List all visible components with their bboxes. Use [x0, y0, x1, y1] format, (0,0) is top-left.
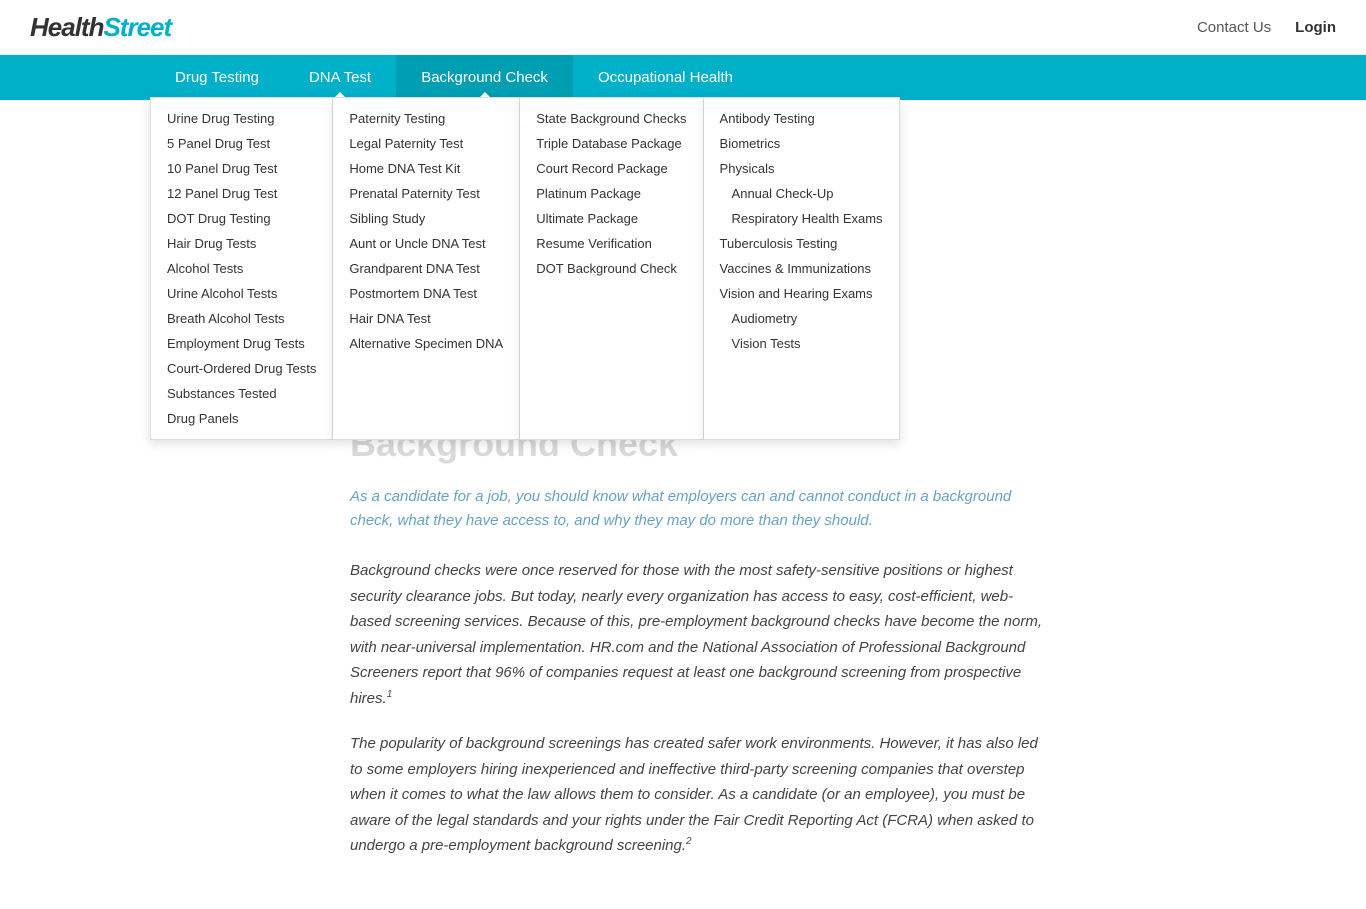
dd-item-12panel[interactable]: 12 Panel Drug Test: [151, 181, 332, 206]
dd-item-paternity[interactable]: Paternity Testing: [333, 106, 519, 131]
body-text-2: The popularity of background screenings …: [350, 731, 1050, 859]
login-link[interactable]: Login: [1295, 19, 1336, 36]
dd-item-hair-dna[interactable]: Hair DNA Test: [333, 306, 519, 331]
dd-item-court-record[interactable]: Court Record Package: [520, 156, 702, 181]
dd-item-ultimate[interactable]: Ultimate Package: [520, 206, 702, 231]
dd-item-physicals[interactable]: Physicals: [704, 156, 899, 181]
nav-item-background-check[interactable]: Background Check: [396, 55, 573, 100]
dd-item-audiometry[interactable]: Audiometry: [704, 306, 899, 331]
footnote-1: 1: [387, 689, 393, 700]
dd-item-prenatal[interactable]: Prenatal Paternity Test: [333, 181, 519, 206]
dd-item-home-dna[interactable]: Home DNA Test Kit: [333, 156, 519, 181]
dd-item-urine-alcohol[interactable]: Urine Alcohol Tests: [151, 281, 332, 306]
dd-item-substances[interactable]: Substances Tested: [151, 381, 332, 406]
nav-item-occupational-health[interactable]: Occupational Health: [573, 55, 758, 100]
dd-item-respiratory[interactable]: Respiratory Health Exams: [704, 206, 899, 231]
dd-item-drug-panels[interactable]: Drug Panels: [151, 406, 332, 431]
contact-us-link[interactable]: Contact Us: [1197, 19, 1271, 36]
dd-item-5panel[interactable]: 5 Panel Drug Test: [151, 131, 332, 156]
nav-bar: Drug Testing DNA Test Background Check O…: [0, 55, 1366, 100]
dropdowns-container: Urine Drug Testing 5 Panel Drug Test 10 …: [150, 97, 900, 440]
dd-item-hair-drug[interactable]: Hair Drug Tests: [151, 231, 332, 256]
logo-health: Health: [30, 12, 103, 42]
logo-street: Street: [103, 12, 171, 42]
dd-item-court-drug[interactable]: Court-Ordered Drug Tests: [151, 356, 332, 381]
dd-item-biometrics[interactable]: Biometrics: [704, 131, 899, 156]
dd-item-vaccines[interactable]: Vaccines & Immunizations: [704, 256, 899, 281]
body-text-1: Background checks were once reserved for…: [350, 558, 1050, 711]
dd-item-platinum[interactable]: Platinum Package: [520, 181, 702, 206]
dd-item-grandparent[interactable]: Grandparent DNA Test: [333, 256, 519, 281]
footnote-2: 2: [686, 836, 692, 847]
dd-item-resume[interactable]: Resume Verification: [520, 231, 702, 256]
intro-text: As a candidate for a job, you should kno…: [350, 485, 1050, 533]
header: HealthStreet Contact Us Login: [0, 0, 1366, 55]
dd-item-dot-bg[interactable]: DOT Background Check: [520, 256, 702, 281]
dropdown-drug-testing: Urine Drug Testing 5 Panel Drug Test 10 …: [150, 97, 333, 440]
dd-item-annual-checkup[interactable]: Annual Check-Up: [704, 181, 899, 206]
dd-item-tb-testing[interactable]: Tuberculosis Testing: [704, 231, 899, 256]
logo[interactable]: HealthStreet: [30, 12, 171, 43]
dd-item-vision-tests[interactable]: Vision Tests: [704, 331, 899, 356]
nav-item-drug-testing[interactable]: Drug Testing: [150, 55, 284, 100]
dd-item-postmortem[interactable]: Postmortem DNA Test: [333, 281, 519, 306]
dd-item-alcohol[interactable]: Alcohol Tests: [151, 256, 332, 281]
dd-item-10panel[interactable]: 10 Panel Drug Test: [151, 156, 332, 181]
dropdown-background-check: State Background Checks Triple Database …: [520, 97, 703, 440]
nav-wrapper: Drug Testing DNA Test Background Check O…: [0, 55, 1366, 100]
dropdown-dna-test: Paternity Testing Legal Paternity Test H…: [333, 97, 520, 440]
dd-item-employment-drug[interactable]: Employment Drug Tests: [151, 331, 332, 356]
header-right: Contact Us Login: [1197, 19, 1336, 36]
dd-item-triple-db[interactable]: Triple Database Package: [520, 131, 702, 156]
dd-item-vision-hearing[interactable]: Vision and Hearing Exams: [704, 281, 899, 306]
dd-item-antibody[interactable]: Antibody Testing: [704, 106, 899, 131]
dd-item-state-bg[interactable]: State Background Checks: [520, 106, 702, 131]
dd-item-sibling[interactable]: Sibling Study: [333, 206, 519, 231]
dd-item-alt-specimen[interactable]: Alternative Specimen DNA: [333, 331, 519, 356]
dd-item-aunt-uncle[interactable]: Aunt or Uncle DNA Test: [333, 231, 519, 256]
dropdown-occupational: Antibody Testing Biometrics Physicals An…: [704, 97, 900, 440]
nav-item-dna-test[interactable]: DNA Test: [284, 55, 396, 100]
dd-item-dot-drug[interactable]: DOT Drug Testing: [151, 206, 332, 231]
dd-item-urine-drug[interactable]: Urine Drug Testing: [151, 106, 332, 131]
dd-item-legal-paternity[interactable]: Legal Paternity Test: [333, 131, 519, 156]
dd-item-breath-alcohol[interactable]: Breath Alcohol Tests: [151, 306, 332, 331]
